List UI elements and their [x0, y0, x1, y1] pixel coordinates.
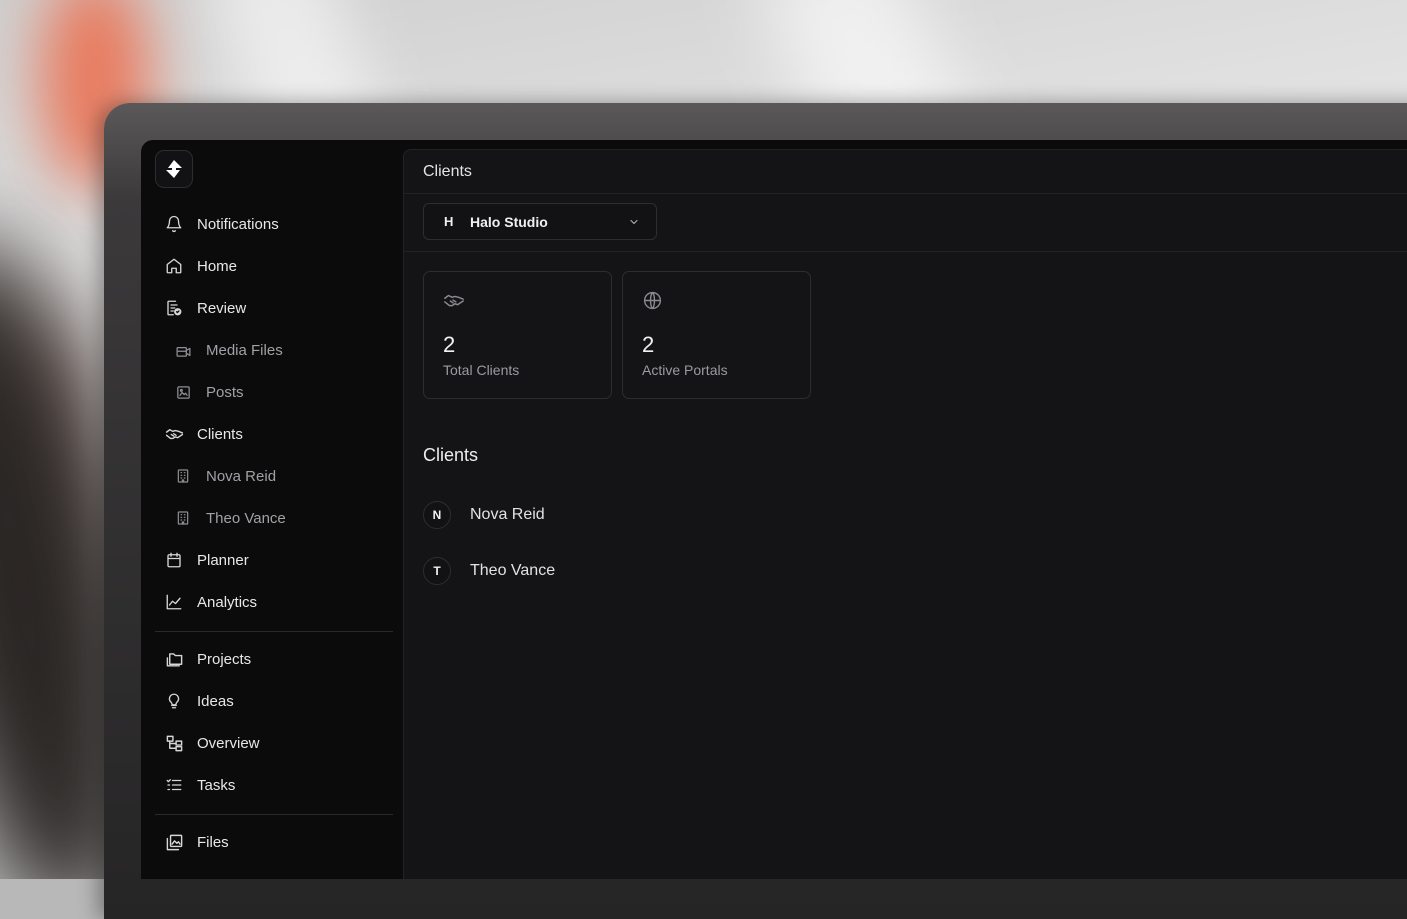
sidebar-divider: [155, 631, 393, 632]
sidebar-item-analytics[interactable]: Analytics: [155, 584, 393, 620]
client-row-theo-vance[interactable]: T Theo Vance: [423, 556, 555, 586]
stat-value: 2: [443, 332, 456, 357]
sidebar-item-label: Ideas: [197, 692, 234, 710]
sidebar: Notifications Home Review Media Files Po: [141, 140, 403, 879]
sidebar-item-home[interactable]: Home: [155, 248, 393, 284]
globe-icon: [642, 290, 663, 316]
client-name: Theo Vance: [470, 562, 556, 579]
sidebar-item-files[interactable]: Files: [155, 824, 393, 860]
sidebar-item-tasks[interactable]: Tasks: [155, 767, 393, 803]
sidebar-item-label: Files: [197, 833, 229, 851]
sidebar-item-review[interactable]: Review: [155, 290, 393, 326]
hierarchy-icon: [164, 733, 184, 753]
client-name: Nova Reid: [470, 506, 545, 523]
stat-label: Total Clients: [443, 362, 520, 378]
building-icon: [173, 466, 193, 486]
avatar: T: [423, 557, 451, 585]
handshake-icon: [164, 424, 184, 444]
handshake-icon: [443, 290, 465, 317]
sidebar-item-label: Home: [197, 257, 238, 275]
bell-icon: [164, 214, 184, 234]
sidebar-item-label: Tasks: [197, 776, 236, 794]
sidebar-item-posts[interactable]: Posts: [155, 374, 393, 410]
sidebar-item-ideas[interactable]: Ideas: [155, 683, 393, 719]
sidebar-item-label: Projects: [197, 650, 252, 668]
sidebar-divider: [155, 814, 393, 815]
checklist-icon: [164, 775, 184, 795]
app-logo[interactable]: [155, 150, 193, 188]
stat-label: Active Portals: [642, 362, 728, 378]
folders-icon: [164, 649, 184, 669]
sidebar-item-label: Nova Reid: [206, 467, 277, 485]
image-post-icon: [173, 382, 193, 402]
sidebar-item-label: Planner: [197, 551, 249, 569]
media-files-icon: [173, 340, 193, 360]
home-icon: [164, 256, 184, 276]
review-document-icon: [164, 298, 184, 318]
workspace-select[interactable]: H Halo Studio: [423, 203, 657, 240]
workspace-initial: H: [444, 214, 454, 229]
image-library-icon: [164, 832, 184, 852]
sidebar-item-theo-vance[interactable]: Theo Vance: [155, 500, 393, 536]
line-chart-icon: [164, 592, 184, 612]
sidebar-item-planner[interactable]: Planner: [155, 542, 393, 578]
main-panel: Clients H Halo Studio 2 Total Clients 2: [403, 149, 1407, 879]
sidebar-item-media-files[interactable]: Media Files: [155, 332, 393, 368]
top-bar: Clients: [404, 150, 1407, 194]
sidebar-item-label: Clients: [197, 425, 243, 443]
sidebar-item-label: Analytics: [197, 593, 258, 611]
sidebar-item-label: Posts: [206, 383, 244, 401]
calendar-icon: [164, 550, 184, 570]
sidebar-item-projects[interactable]: Projects: [155, 641, 393, 677]
filter-bar: H Halo Studio: [404, 194, 1407, 252]
section-title: Clients: [423, 445, 479, 465]
sidebar-item-nova-reid[interactable]: Nova Reid: [155, 458, 393, 494]
chevron-down-icon: [628, 215, 640, 233]
sidebar-item-label: Media Files: [206, 341, 283, 359]
building-icon: [173, 508, 193, 528]
app-window: Notifications Home Review Media Files Po: [141, 140, 1407, 879]
avatar: N: [423, 501, 451, 529]
sidebar-item-label: Review: [197, 299, 247, 317]
workspace-name: Halo Studio: [470, 213, 548, 230]
client-row-nova-reid[interactable]: N Nova Reid: [423, 500, 545, 530]
stat-card-total-clients: 2 Total Clients: [423, 271, 612, 399]
sidebar-item-label: Theo Vance: [206, 509, 286, 527]
sidebar-item-notifications[interactable]: Notifications: [155, 206, 393, 242]
breadcrumb: Clients: [423, 163, 472, 180]
sidebar-item-clients[interactable]: Clients: [155, 416, 393, 452]
stat-card-active-portals: 2 Active Portals: [622, 271, 811, 399]
sidebar-item-overview[interactable]: Overview: [155, 725, 393, 761]
lightbulb-icon: [164, 691, 184, 711]
stat-value: 2: [642, 332, 655, 357]
sidebar-item-label: Notifications: [197, 215, 279, 233]
sidebar-item-label: Overview: [197, 734, 260, 752]
